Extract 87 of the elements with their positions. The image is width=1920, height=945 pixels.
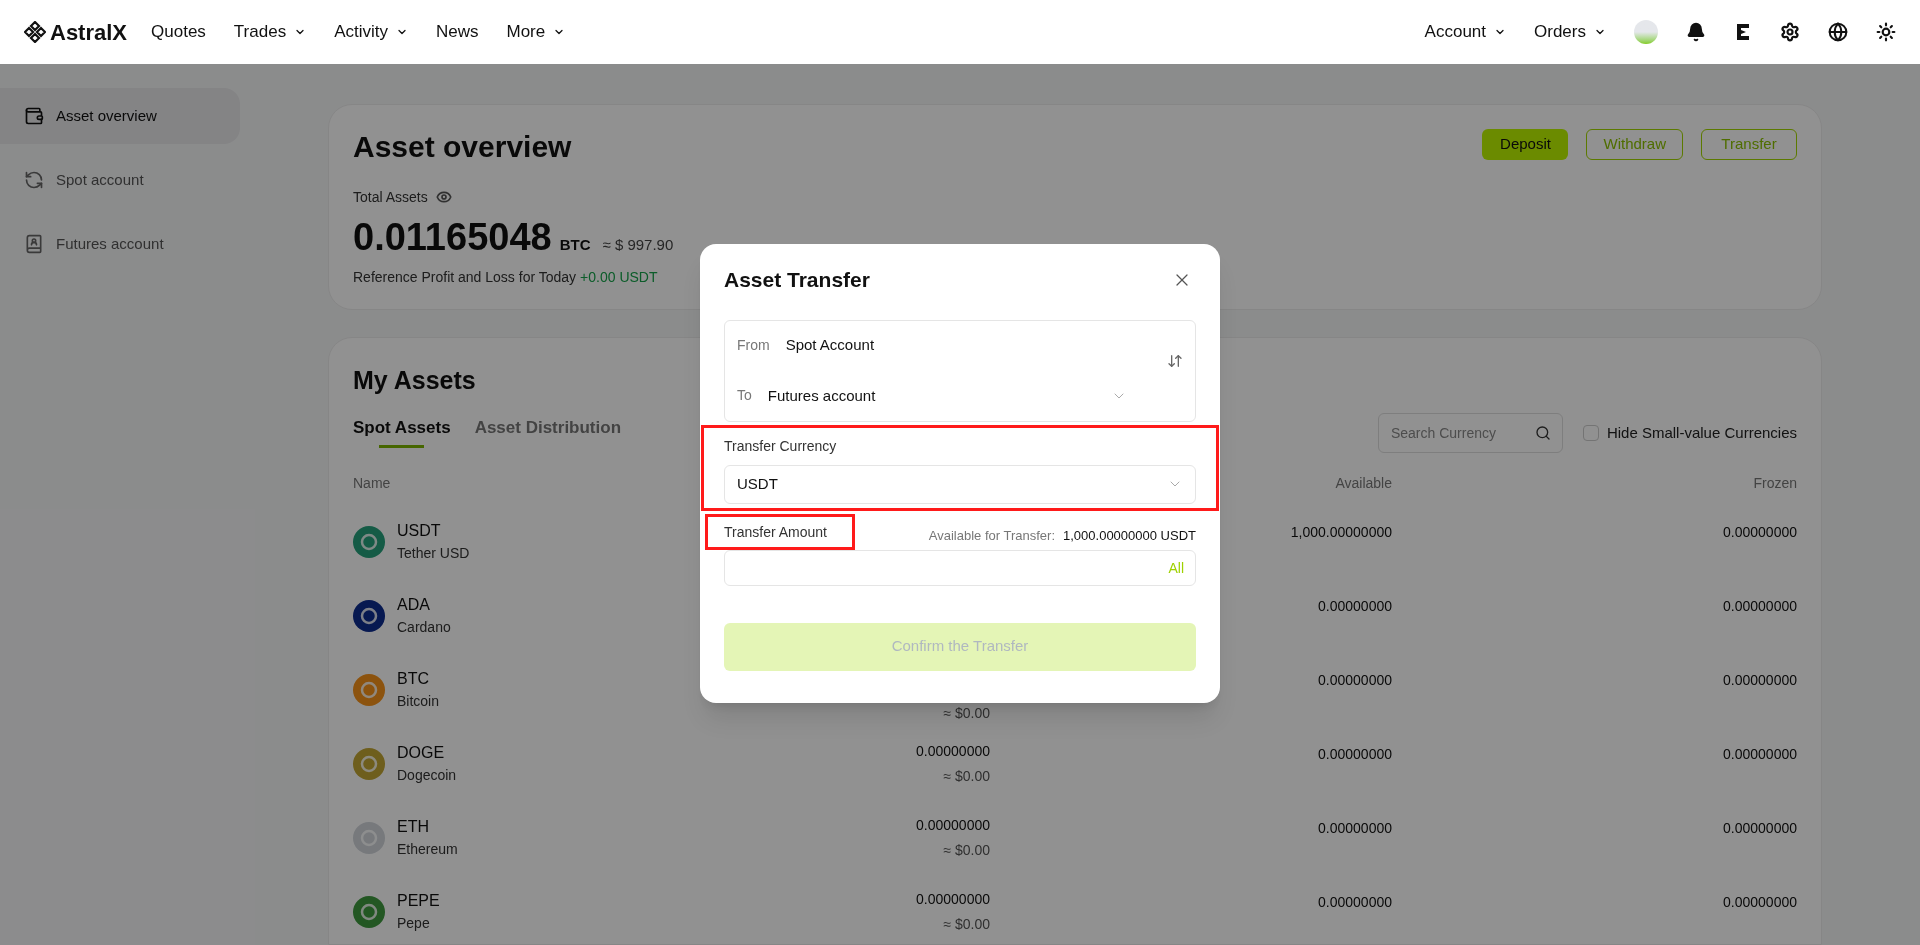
logo-icon: [24, 21, 46, 43]
available-label: Available for Transfer:: [928, 527, 1055, 545]
pnl-label: Reference Profit and Loss for Today: [353, 267, 577, 287]
swap-icon[interactable]: [1167, 352, 1183, 369]
table-cell-text: ≈ $0.00: [943, 767, 990, 786]
column-header: Name: [353, 474, 392, 493]
coin-name: Tether USD: [397, 544, 470, 563]
coin-symbol: USDT: [397, 521, 442, 541]
table-cell-text: 0.00000000: [916, 816, 990, 835]
coin-icon: [353, 526, 385, 558]
coin-icon: [353, 896, 385, 928]
refresh-icon: [24, 170, 44, 190]
table-cell-text: 0.00000000: [1318, 893, 1392, 912]
table-cell-text: 0.00000000: [1723, 523, 1797, 542]
pnl-value: +0.00 USDT: [580, 267, 658, 287]
coin-icon: [353, 822, 385, 854]
search-field[interactable]: Search Currency: [1377, 413, 1563, 453]
table-cell-text: 0.00000000: [1723, 819, 1797, 838]
coin-icon: [353, 748, 385, 780]
table-cell-text: 0.00000000: [1723, 597, 1797, 616]
nav-item[interactable]: Orders: [1534, 19, 1606, 45]
coin-name: Pepe: [397, 914, 431, 933]
section-title: My Assets: [353, 365, 476, 396]
table-cell-text: 0.00000000: [916, 742, 990, 761]
field-label: Transfer Currency: [724, 436, 838, 456]
bell-icon[interactable]: [1686, 22, 1706, 42]
globe-icon[interactable]: [1828, 22, 1848, 42]
sidebar-item[interactable]: Asset overview: [0, 88, 240, 144]
nav-item[interactable]: News: [436, 19, 479, 45]
nav-item[interactable]: More: [506, 19, 566, 45]
table-cell-text: 0.00000000: [1723, 671, 1797, 690]
coin-icon: [353, 600, 385, 632]
table-cell-text: ≈ $0.00: [943, 703, 990, 723]
coin-symbol: BTC: [397, 669, 430, 689]
coin-symbol: ADA: [397, 595, 431, 615]
nav-item[interactable]: Trades: [233, 19, 307, 45]
coin-name: Bitcoin: [397, 692, 440, 711]
bracket-icon[interactable]: [1734, 22, 1752, 42]
checkbox[interactable]: [1582, 425, 1599, 441]
to-label: To: [737, 386, 752, 406]
coin-name: Cardano: [397, 618, 451, 637]
nav-item[interactable]: Account: [1424, 19, 1507, 45]
amount-field[interactable]: [724, 549, 1196, 586]
table-cell-text: 0.00000000: [1723, 893, 1797, 912]
total-amount: 0.01165048: [353, 215, 552, 259]
contact-book-icon: [24, 234, 44, 254]
coin-name: Ethereum: [397, 840, 458, 859]
total-assets-label: Total Assets: [353, 187, 428, 207]
nav-item[interactable]: Activity: [334, 19, 408, 45]
table-cell-text: 0.00000000: [1318, 597, 1392, 616]
table-cell-text: ≈ $0.00: [943, 841, 990, 860]
table-cell-text: 0.00000000: [916, 890, 990, 909]
to-account-select[interactable]: To Futures account: [737, 384, 1167, 407]
deposit-button[interactable]: Deposit: [1482, 129, 1569, 160]
from-label: From: [737, 335, 770, 355]
checkbox-label: Hide Small-value Currencies: [1606, 422, 1797, 443]
table-cell-text: 0.00000000: [1723, 745, 1797, 764]
coin-name: Dogecoin: [397, 766, 457, 785]
coin-symbol: DOGE: [397, 743, 446, 763]
settings-icon[interactable]: [1780, 22, 1800, 42]
table-cell-text: 0.00000000: [1318, 819, 1392, 838]
available-value: 1,000.00000000 USDT: [1063, 527, 1196, 545]
coin-symbol: PEPE: [397, 891, 440, 911]
from-account: Spot Account: [785, 335, 875, 355]
to-account: Futures account: [767, 385, 876, 406]
column-header: Available: [1335, 474, 1392, 493]
theme-icon[interactable]: [1876, 22, 1896, 42]
coin-symbol: ETH: [397, 817, 430, 837]
currency-select[interactable]: USDT: [724, 464, 1196, 504]
table-cell-text: ≈ $0.00: [943, 915, 990, 934]
dialog-title: Asset Transfer: [724, 267, 870, 293]
search-icon: [1534, 425, 1551, 441]
section-title: Asset overview: [353, 129, 573, 165]
table-cell-text: 1,000.00000000: [1290, 523, 1392, 542]
coin-icon: [353, 674, 385, 706]
logo-text[interactable]: AstralX: [50, 15, 128, 49]
nav-item[interactable]: Quotes: [151, 19, 206, 45]
sidebar-item[interactable]: Futures account: [0, 216, 240, 272]
table-cell-text: 0.00000000: [1318, 745, 1392, 764]
wallet-icon: [24, 106, 44, 126]
table-cell-text: 0.00000000: [1318, 671, 1392, 690]
sidebar-item[interactable]: Spot account: [0, 152, 240, 208]
amount-unit: BTC: [559, 235, 591, 255]
column-header: Frozen: [1753, 474, 1797, 493]
usd-value: ≈ $ 997.90: [602, 235, 674, 255]
field-label: Transfer Amount: [724, 523, 827, 540]
eye-icon[interactable]: [435, 189, 452, 205]
